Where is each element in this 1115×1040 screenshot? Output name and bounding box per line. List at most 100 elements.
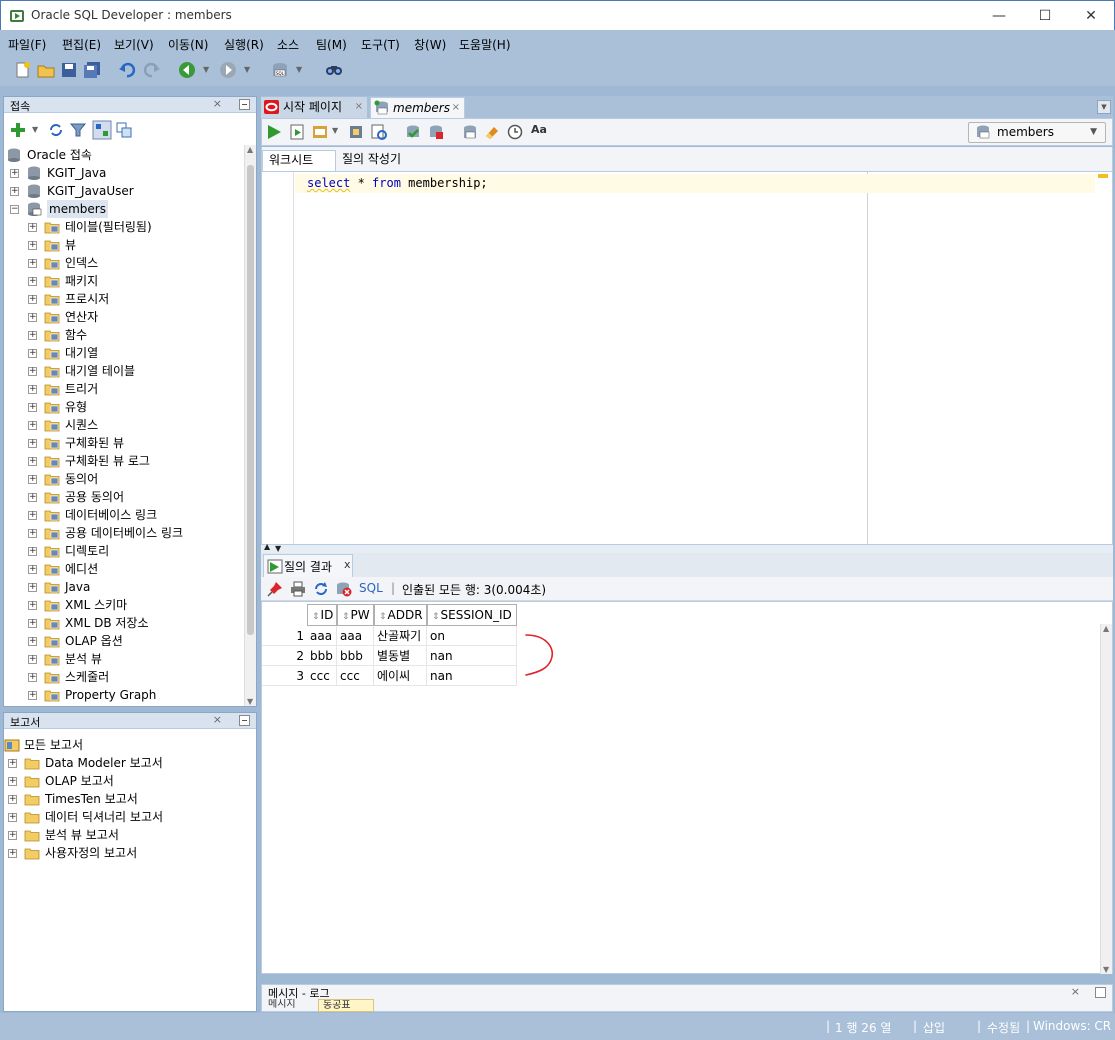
- row-number[interactable]: 3: [262, 666, 307, 686]
- back-dropdown-icon[interactable]: ▼: [203, 65, 209, 74]
- table-cell[interactable]: ccc: [307, 666, 337, 686]
- menu-file[interactable]: 파일(F): [8, 36, 46, 53]
- tree-expander-icon[interactable]: +: [28, 241, 37, 250]
- connections-panel-minimize-button[interactable]: [239, 99, 250, 110]
- reports-panel-minimize-button[interactable]: [239, 715, 250, 726]
- unshared-sql-worksheet-icon[interactable]: [462, 124, 478, 140]
- tree-item[interactable]: + XML DB 저장소: [6, 614, 242, 632]
- menu-team[interactable]: 팀(M): [316, 36, 347, 53]
- tree-item[interactable]: + KGIT_JavaUser: [6, 182, 242, 200]
- tree-item[interactable]: + 대기열 테이블: [6, 362, 242, 380]
- tree-item[interactable]: + 구체화된 뷰 로그: [6, 452, 242, 470]
- tab-start-page-close[interactable]: ×: [355, 97, 363, 117]
- tree-expander-icon[interactable]: +: [8, 777, 17, 786]
- tree-expander-icon[interactable]: +: [8, 849, 17, 858]
- tree-expander-icon[interactable]: +: [28, 619, 37, 628]
- connections-scrollbar-thumb[interactable]: [247, 165, 254, 635]
- menu-tools[interactable]: 도구(T): [361, 36, 400, 53]
- refresh-results-icon[interactable]: [313, 581, 329, 597]
- tree-expander-icon[interactable]: +: [10, 169, 19, 178]
- tab-worksheet[interactable]: 워크시트: [262, 150, 336, 171]
- add-connection-dropdown-icon[interactable]: ▼: [32, 125, 38, 134]
- tree-expander-icon[interactable]: +: [8, 813, 17, 822]
- maximize-button[interactable]: ☐: [1022, 1, 1068, 31]
- tree-expander-icon[interactable]: +: [28, 547, 37, 556]
- tab-members-close[interactable]: ×: [452, 98, 460, 118]
- print-icon[interactable]: [290, 581, 306, 597]
- tree-expander-icon[interactable]: +: [28, 655, 37, 664]
- report-tree-item[interactable]: + 데이터 딕셔너리 보고서: [4, 808, 244, 826]
- tree-expander-icon[interactable]: −: [10, 205, 19, 214]
- row-number[interactable]: 1: [262, 626, 307, 646]
- tree-expander-icon[interactable]: +: [28, 511, 37, 520]
- editor-results-splitter[interactable]: ▲ ▼: [261, 542, 1113, 553]
- tree-item[interactable]: + 공용 데이터베이스 링크: [6, 524, 242, 542]
- filter-icon[interactable]: [70, 122, 86, 138]
- open-icon[interactable]: [37, 61, 55, 79]
- tree-expander-icon[interactable]: +: [28, 223, 37, 232]
- tree-item[interactable]: + 연산자: [6, 308, 242, 326]
- autotrace-dropdown-icon[interactable]: ▼: [332, 126, 338, 135]
- save-all-icon[interactable]: [83, 61, 101, 79]
- connections-scrollbar[interactable]: ▲ ▼: [244, 145, 256, 706]
- sql-tuning-icon[interactable]: [371, 124, 387, 140]
- message-log-minimize[interactable]: [1095, 987, 1106, 998]
- autotrace-icon[interactable]: [312, 124, 328, 140]
- tree-item[interactable]: + 패키지: [6, 272, 242, 290]
- row-number[interactable]: 2: [262, 646, 307, 666]
- run-statement-icon[interactable]: [266, 124, 282, 140]
- column-header-pw[interactable]: ⇕PW: [337, 604, 374, 626]
- column-header-id[interactable]: ⇕ID: [307, 604, 337, 626]
- tree-item[interactable]: + Property Graph: [6, 686, 242, 704]
- commit-icon[interactable]: [405, 124, 421, 140]
- message-log-close[interactable]: ×: [1071, 985, 1080, 998]
- tree-item[interactable]: + 대기열: [6, 344, 242, 362]
- rollback-icon[interactable]: [428, 124, 444, 140]
- tree-expander-icon[interactable]: +: [28, 691, 37, 700]
- connections-panel-close-button[interactable]: ×: [213, 97, 222, 110]
- new-icon[interactable]: [14, 61, 32, 79]
- scroll-down-icon[interactable]: ▼: [247, 697, 253, 706]
- menu-run[interactable]: 실행(R): [224, 36, 264, 53]
- clear-icon[interactable]: [484, 124, 500, 140]
- find-icon[interactable]: [325, 61, 343, 79]
- sql-history-icon[interactable]: [507, 123, 523, 140]
- reports-root[interactable]: 모든 보고서: [4, 736, 244, 754]
- tree-expander-icon[interactable]: +: [28, 457, 37, 466]
- minimize-button[interactable]: —: [976, 1, 1022, 31]
- tree-expander-icon[interactable]: +: [8, 831, 17, 840]
- tree-expander-icon[interactable]: +: [28, 637, 37, 646]
- table-cell[interactable]: 산골짜기: [374, 626, 427, 646]
- sql-editor[interactable]: select * from membership;: [261, 171, 1113, 545]
- table-cell[interactable]: 에이씨: [374, 666, 427, 686]
- table-cell[interactable]: bbb: [307, 646, 337, 666]
- table-cell[interactable]: nan: [427, 666, 517, 686]
- tab-query-builder[interactable]: 질의 작성기: [336, 150, 407, 171]
- sql-worksheet-icon[interactable]: SQL: [271, 61, 289, 79]
- tree-item[interactable]: + 유형: [6, 398, 242, 416]
- tree-expander-icon[interactable]: +: [28, 349, 37, 358]
- tree-item[interactable]: + 테이블(필터링됨): [6, 218, 242, 236]
- redo-icon[interactable]: [143, 61, 161, 79]
- tree-item[interactable]: + 뷰: [6, 236, 242, 254]
- tree-expander-icon[interactable]: +: [28, 475, 37, 484]
- tree-item[interactable]: + 디렉토리: [6, 542, 242, 560]
- tree-expander-icon[interactable]: +: [28, 673, 37, 682]
- report-tree-item[interactable]: + OLAP 보고서: [4, 772, 244, 790]
- tree-expander-icon[interactable]: +: [28, 601, 37, 610]
- cancel-query-icon[interactable]: [336, 581, 352, 597]
- tree-item[interactable]: + Java: [6, 578, 242, 596]
- table-cell[interactable]: 별동별: [374, 646, 427, 666]
- tab-list-dropdown-icon[interactable]: ▼: [1097, 100, 1111, 114]
- tree-expander-icon[interactable]: +: [28, 295, 37, 304]
- tree-expander-icon[interactable]: +: [28, 583, 37, 592]
- results-scroll-down-icon[interactable]: ▼: [1103, 965, 1109, 974]
- menu-view[interactable]: 보기(V): [114, 36, 154, 53]
- tree-item[interactable]: + 동의어: [6, 470, 242, 488]
- sql-worksheet-dropdown-icon[interactable]: ▼: [296, 65, 302, 74]
- tree-expander-icon[interactable]: +: [28, 259, 37, 268]
- to-upper-lower-icon[interactable]: Aa: [531, 123, 547, 136]
- tree-expander-icon[interactable]: +: [10, 187, 19, 196]
- tree-expander-icon[interactable]: +: [28, 313, 37, 322]
- collapse-all-icon[interactable]: [116, 122, 132, 138]
